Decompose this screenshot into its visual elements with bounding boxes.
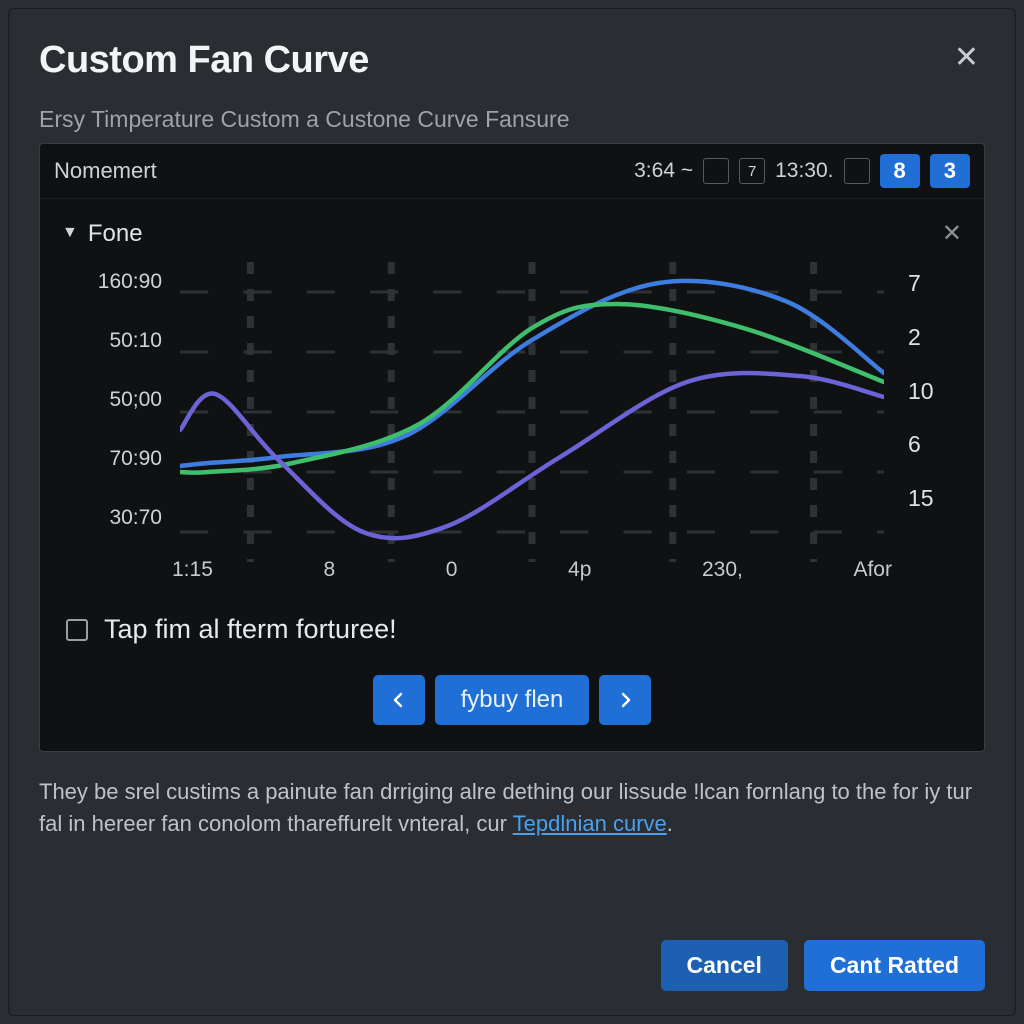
description-link[interactable]: Tepdlnian curve [513, 811, 667, 836]
chevron-left-icon [391, 692, 407, 708]
profile-name-label[interactable]: Nomemert [54, 158, 157, 184]
y2-tick: 7 [908, 270, 921, 297]
toolbar-badge-b[interactable]: 3 [930, 154, 970, 188]
y-tick: 160:90 [98, 270, 162, 294]
confirm-button[interactable]: Cant Ratted [804, 940, 985, 991]
curve-curve-green[interactable] [180, 304, 884, 473]
y2-tick: 15 [908, 485, 934, 512]
pager-main-button[interactable]: fybuy flen [435, 675, 590, 725]
chevron-down-icon: ▼ [62, 224, 78, 242]
y-axis-left: 160:90 50:10 50;00 70:90 30:70 [62, 262, 172, 562]
y-tick: 50;00 [109, 388, 162, 412]
option-row: Tap fim al fterm forturee! [62, 614, 962, 645]
modal-footer: Cancel Cant Ratted [39, 918, 985, 991]
curve-panel: Nomemert 3:64 ~ 7 13:30. 8 3 ▼ Fone ✕ 16… [39, 143, 985, 752]
modal-title: Custom Fan Curve [39, 39, 369, 82]
panel-body: ▼ Fone ✕ 160:90 50:10 50;00 70:90 30:70 [40, 199, 984, 751]
description-part-a: They be srel custims a painute fan drrig… [39, 779, 972, 836]
toolbar-time: 13:30. [775, 159, 833, 183]
section-title: Fone [88, 220, 143, 248]
close-icon[interactable]: ✕ [948, 39, 985, 77]
y2-tick: 2 [908, 324, 921, 351]
toolbar-badge-a[interactable]: 8 [880, 154, 920, 188]
toolbar-box-c[interactable] [844, 158, 870, 184]
option-checkbox[interactable] [66, 619, 88, 641]
y2-tick: 6 [908, 431, 921, 458]
modal-subtitle: Ersy Timperature Custom a Custone Curve … [39, 106, 985, 133]
option-label: Tap fim al fterm forturee! [104, 614, 397, 645]
fan-curve-chart[interactable] [180, 262, 884, 562]
y-tick: 70:90 [109, 447, 162, 471]
next-button[interactable] [599, 675, 651, 725]
panel-toolbar: Nomemert 3:64 ~ 7 13:30. 8 3 [40, 144, 984, 199]
chart-plot [180, 262, 884, 562]
y-axis-right: 7 2 10 6 15 [892, 262, 962, 562]
toolbar-box-b[interactable]: 7 [739, 158, 765, 184]
fan-curve-modal: Custom Fan Curve ✕ Ersy Timperature Cust… [8, 8, 1016, 1016]
toolbar-value-a[interactable]: 3:64 ~ [634, 159, 693, 183]
toolbar-box-a[interactable] [703, 158, 729, 184]
description-text: They be srel custims a painute fan drrig… [39, 776, 985, 840]
y-tick: 30:70 [109, 506, 162, 530]
chart-area: 160:90 50:10 50;00 70:90 30:70 [62, 262, 962, 562]
description-part-b: . [667, 811, 673, 836]
y2-tick: 10 [908, 378, 934, 405]
section-close-icon[interactable]: ✕ [942, 219, 962, 248]
prev-button[interactable] [373, 675, 425, 725]
section-header[interactable]: ▼ Fone ✕ [62, 213, 962, 252]
y-tick: 50:10 [109, 329, 162, 353]
modal-header: Custom Fan Curve ✕ [39, 39, 985, 82]
pager: fybuy flen [62, 675, 962, 727]
cancel-button[interactable]: Cancel [661, 940, 788, 991]
chevron-right-icon [617, 692, 633, 708]
